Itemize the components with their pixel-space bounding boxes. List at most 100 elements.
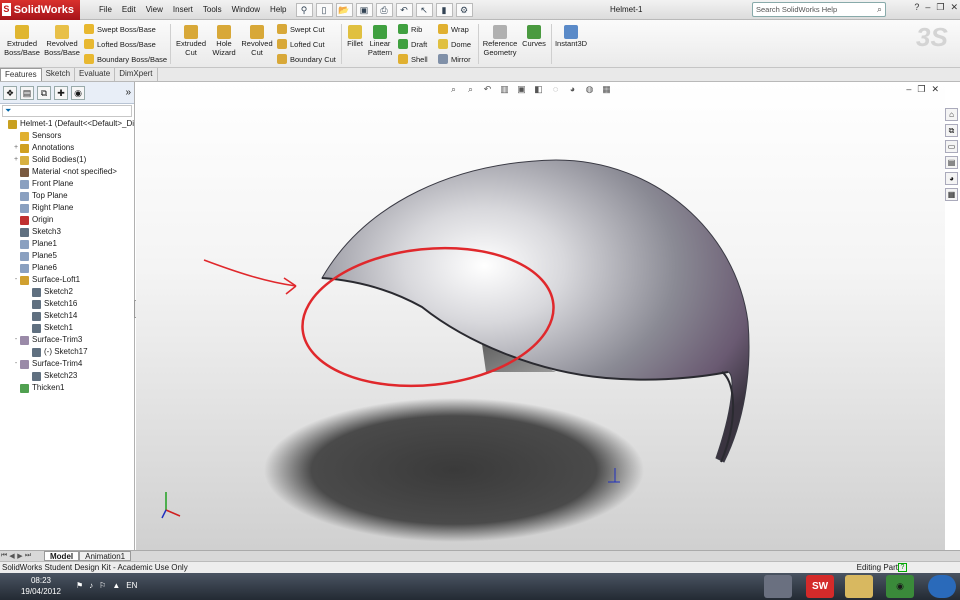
tree-item[interactable]: Sketch23 [0,370,134,382]
tree-item[interactable]: Sensors [0,130,134,142]
extruded-cut-button[interactable]: Extruded Cut [174,25,208,57]
tree-expander-icon[interactable]: + [12,154,20,166]
view-palette-icon[interactable]: ▤ [945,156,958,169]
tree-expander-icon[interactable]: - [12,274,20,286]
network-icon[interactable]: ⚑ [76,581,83,590]
tab-dimxpert[interactable]: DimXpert [115,68,158,81]
restore-icon[interactable]: ❐ [936,2,944,13]
revolved-cut-button[interactable]: Revolved Cut [240,25,274,57]
pin-icon[interactable]: ⚲ [295,2,313,17]
taskbar-app-explorer-icon[interactable] [845,575,873,598]
tree-item[interactable]: Thicken1 [0,382,134,394]
volume-icon[interactable]: ♪ [89,581,93,590]
select-pointer-icon[interactable]: ↖ [415,2,433,17]
show-hidden-icons-icon[interactable]: ▲ [112,581,120,590]
tab-evaluate[interactable]: Evaluate [75,68,116,81]
tree-item[interactable]: - Surface-Trim4 [0,358,134,370]
tree-filter-input[interactable]: ⏷ [2,105,132,117]
search-icon[interactable]: ⌕ [877,4,882,15]
rebuild-icon[interactable]: ▮ [435,2,453,17]
shell-button[interactable]: Shell [398,54,428,64]
tree-item[interactable]: Material <not specified> [0,166,134,178]
minimize-icon[interactable]: – [925,2,930,13]
tree-item[interactable]: Sketch14 [0,310,134,322]
extruded-boss-button[interactable]: Extruded Boss/Base [4,25,40,57]
wrap-button[interactable]: Wrap [438,24,469,34]
design-library-icon[interactable]: ⧉ [945,124,958,137]
menu-tools[interactable]: Tools [198,5,227,14]
tree-item[interactable]: Origin [0,214,134,226]
tree-item[interactable]: Sketch2 [0,286,134,298]
tree-item[interactable]: + Annotations [0,142,134,154]
linear-pattern-button[interactable]: Linear Pattern [366,25,394,57]
save-icon[interactable]: ▣ [355,2,373,17]
tab-animation1[interactable]: Animation1 [79,551,132,561]
tab-sketch[interactable]: Sketch [42,68,76,81]
tree-item[interactable]: Sketch3 [0,226,134,238]
swept-cut-button[interactable]: Swept Cut [277,24,325,34]
flag-icon[interactable]: ⚐ [99,581,106,590]
lofted-cut-button[interactable]: Lofted Cut [277,39,325,49]
first-tab-icon[interactable]: ⏮ [0,552,8,560]
tree-item[interactable]: Sketch16 [0,298,134,310]
close-icon[interactable]: ✕ [950,2,958,13]
options-icon[interactable]: ⚙ [455,2,473,17]
boundary-boss-button[interactable]: Boundary Boss/Base [84,54,167,64]
tree-item[interactable]: - Surface-Loft1 [0,274,134,286]
tree-expander-icon[interactable]: + [12,142,20,154]
menu-help[interactable]: Help [265,5,291,14]
configuration-manager-icon[interactable]: ⧉ [37,85,51,100]
custom-properties-icon[interactable]: ▦ [945,188,958,201]
taskbar-app-chrome-icon[interactable]: ◉ [886,575,914,598]
tree-item[interactable]: (-) Sketch17 [0,346,134,358]
menu-insert[interactable]: Insert [168,5,198,14]
open-folder-icon[interactable]: 📂 [335,2,353,17]
instant3d-button[interactable]: Instant3D [553,25,589,49]
print-icon[interactable]: ⎙ [375,2,393,17]
undo-icon[interactable]: ↶ [395,2,413,17]
reference-geometry-button[interactable]: Reference Geometry [481,25,519,57]
taskbar-app-solidworks-icon[interactable]: SW [806,575,834,598]
curves-button[interactable]: Curves [520,25,548,49]
tree-item[interactable]: Sketch1 [0,322,134,334]
tree-item[interactable]: Front Plane [0,178,134,190]
dimxpert-manager-icon[interactable]: ✚ [54,85,68,100]
draft-button[interactable]: Draft [398,39,427,49]
hole-wizard-button[interactable]: Hole Wizard [208,25,240,57]
search-help-field[interactable]: Search SolidWorks Help ⌕ [752,2,886,17]
menu-file[interactable]: File [94,5,117,14]
tree-item[interactable]: Top Plane [0,190,134,202]
tab-features[interactable]: Features [0,68,42,81]
swept-boss-button[interactable]: Swept Boss/Base [84,24,156,34]
menu-window[interactable]: Window [227,5,265,14]
tree-item[interactable]: Plane1 [0,238,134,250]
next-tab-icon[interactable]: ▶ [16,552,24,560]
revolved-boss-button[interactable]: Revolved Boss/Base [44,25,80,57]
mirror-button[interactable]: Mirror [438,54,471,64]
rib-button[interactable]: Rib [398,24,422,34]
taskbar-app-paint-icon[interactable] [764,575,792,598]
tree-item[interactable]: Right Plane [0,202,134,214]
menu-edit[interactable]: Edit [117,5,141,14]
resources-home-icon[interactable]: ⌂ [945,108,958,121]
new-document-icon[interactable]: ▯ [315,2,333,17]
file-explorer-icon[interactable]: ▭ [945,140,958,153]
tree-item[interactable]: - Surface-Trim3 [0,334,134,346]
menu-view[interactable]: View [141,5,168,14]
status-help-icon[interactable]: ? [898,563,907,572]
language-indicator[interactable]: EN [126,581,137,590]
feature-tree-icon[interactable]: ❖ [3,85,17,100]
fillet-button[interactable]: Fillet [344,25,366,49]
dome-button[interactable]: Dome [438,39,471,49]
solidworks-logo[interactable]: S SolidWorks [0,0,80,20]
property-manager-icon[interactable]: ▤ [20,85,34,100]
windows-start-icon[interactable] [928,575,956,598]
lofted-boss-button[interactable]: Lofted Boss/Base [84,39,156,49]
appearances-icon[interactable]: ◕ [945,172,958,185]
system-clock[interactable]: 08:23 19/04/2012 [10,575,72,597]
expand-panel-icon[interactable]: » [125,87,131,98]
tree-expander-icon[interactable]: - [12,334,20,346]
tree-item[interactable]: + Solid Bodies(1) [0,154,134,166]
graphics-viewport[interactable]: ⌕ ⌕ ↶ ▥ ▣ ◧ ◌ ◕ ◍ ▦ – ❐ ✕ [136,82,945,550]
display-manager-icon[interactable]: ◉ [71,85,85,100]
